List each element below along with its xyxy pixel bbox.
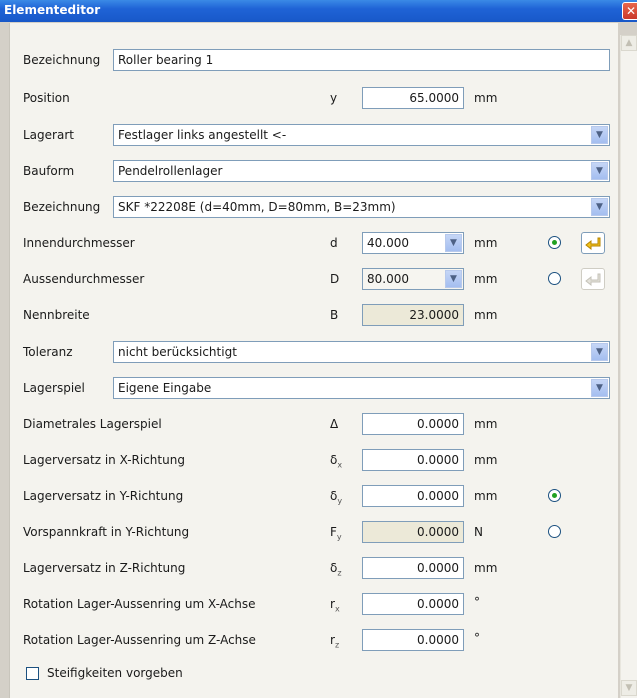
chevron-down-icon[interactable]: ▼: [591, 379, 608, 397]
aussendurchmesser-symbol: D: [330, 272, 340, 286]
nennbreite-field: 23.0000: [362, 304, 464, 326]
aussendurchmesser-unit: mm: [474, 272, 498, 286]
innendurchmesser-unit: mm: [474, 236, 498, 250]
bauform-select[interactable]: Pendelrollenlager ▼: [113, 160, 610, 182]
versatz-z-symbol: δz: [330, 561, 342, 578]
vorspann-y-symbol: Fy: [330, 525, 342, 542]
radio-selected-dot: [552, 240, 557, 245]
innendurchmesser-value: 40.000: [367, 236, 409, 250]
position-unit: mm: [474, 91, 498, 105]
bauform-value: Pendelrollenlager: [118, 164, 223, 178]
toleranz-select[interactable]: nicht berücksichtigt ▼: [113, 341, 610, 363]
chevron-down-icon[interactable]: ▼: [445, 234, 462, 252]
versatz-z-label: Lagerversatz in Z-Richtung: [23, 561, 186, 575]
bezeichnung-label: Bezeichnung: [23, 53, 101, 67]
diametrales-unit: mm: [474, 417, 498, 431]
innendurchmesser-label: Innendurchmesser: [23, 236, 135, 250]
rotation-x-input[interactable]: 0.0000: [362, 593, 464, 615]
rotation-z-symbol: rz: [330, 633, 340, 650]
diametrales-symbol: Δ: [330, 417, 339, 431]
versatz-x-symbol: δx: [330, 453, 343, 470]
rotation-x-label: Rotation Lager-Aussenring um X-Achse: [23, 597, 256, 611]
window-title: Elementeditor: [4, 3, 101, 17]
innendurchmesser-select[interactable]: 40.000 ▼: [362, 232, 464, 254]
vertical-scrollbar[interactable]: ▲ ▼: [620, 35, 637, 698]
bezeichnung2-value: SKF *22208E (d=40mm, D=80mm, B=23mm): [118, 200, 396, 214]
yellow-arrow-icon: [585, 273, 601, 287]
toleranz-value: nicht berücksichtigt: [118, 345, 237, 359]
nennbreite-unit: mm: [474, 308, 498, 322]
bezeichnung2-label: Bezeichnung: [23, 200, 101, 214]
innendurchmesser-radio[interactable]: [548, 236, 561, 249]
versatz-y-unit: mm: [474, 489, 498, 503]
versatz-x-label: Lagerversatz in X-Richtung: [23, 453, 185, 467]
rotation-z-input[interactable]: 0.0000: [362, 629, 464, 651]
versatz-x-unit: mm: [474, 453, 498, 467]
yellow-arrow-icon: [585, 237, 601, 251]
position-symbol: y: [330, 91, 338, 105]
chevron-down-icon[interactable]: ▼: [591, 198, 608, 216]
rotation-z-label: Rotation Lager-Aussenring um Z-Achse: [23, 633, 256, 647]
versatz-y-label: Lagerversatz in Y-Richtung: [23, 489, 184, 503]
lagerspiel-value: Eigene Eingabe: [118, 381, 212, 395]
versatz-y-symbol: δy: [330, 489, 343, 506]
apply-innendurchmesser-button[interactable]: [581, 232, 605, 254]
rotation-x-unit: °: [474, 595, 480, 609]
innendurchmesser-symbol: d: [330, 236, 338, 250]
diametrales-label: Diametrales Lagerspiel: [23, 417, 162, 431]
nennbreite-label: Nennbreite: [23, 308, 90, 322]
close-button[interactable]: ✕: [622, 2, 637, 20]
rotation-z-unit: °: [474, 631, 480, 645]
close-icon: ✕: [625, 4, 637, 18]
bezeichnung-input[interactable]: Roller bearing 1: [113, 49, 610, 71]
chevron-down-icon[interactable]: ▼: [445, 270, 462, 288]
versatz-x-input[interactable]: 0.0000: [362, 449, 464, 471]
aussendurchmesser-radio[interactable]: [548, 272, 561, 285]
position-input[interactable]: 65.0000: [362, 87, 464, 109]
position-label: Position: [23, 91, 70, 105]
aussendurchmesser-value: 80.000: [367, 272, 409, 286]
steifigkeiten-checkbox[interactable]: [26, 667, 39, 680]
vorspann-y-radio[interactable]: [548, 525, 561, 538]
chevron-down-icon[interactable]: ▼: [591, 162, 608, 180]
versatz-y-input[interactable]: 0.0000: [362, 485, 464, 507]
chevron-down-icon[interactable]: ▼: [591, 343, 608, 361]
lagerart-value: Festlager links angestellt <-: [118, 128, 287, 142]
bauform-label: Bauform: [23, 164, 75, 178]
aussendurchmesser-label: Aussendurchmesser: [23, 272, 145, 286]
steifigkeiten-label: Steifigkeiten vorgeben: [47, 666, 183, 680]
lagerart-select[interactable]: Festlager links angestellt <- ▼: [113, 124, 610, 146]
radio-selected-dot: [552, 493, 557, 498]
rotation-x-symbol: rx: [330, 597, 340, 614]
versatz-z-input[interactable]: 0.0000: [362, 557, 464, 579]
toleranz-label: Toleranz: [23, 345, 73, 359]
lagerspiel-label: Lagerspiel: [23, 381, 85, 395]
bezeichnung2-select[interactable]: SKF *22208E (d=40mm, D=80mm, B=23mm) ▼: [113, 196, 610, 218]
versatz-y-radio[interactable]: [548, 489, 561, 502]
title-bar: Elementeditor ✕: [0, 0, 637, 22]
vorspann-y-label: Vorspannkraft in Y-Richtung: [23, 525, 190, 539]
diametrales-input[interactable]: 0.0000: [362, 413, 464, 435]
lagerspiel-select[interactable]: Eigene Eingabe ▼: [113, 377, 610, 399]
apply-aussendurchmesser-button[interactable]: [581, 268, 605, 290]
scroll-up-icon[interactable]: ▲: [621, 35, 637, 51]
scroll-down-icon[interactable]: ▼: [621, 680, 637, 696]
vorspann-y-unit: N: [474, 525, 483, 539]
editor-panel: Bezeichnung Roller bearing 1 Position y …: [9, 23, 618, 698]
nennbreite-symbol: B: [330, 308, 339, 322]
vorspann-y-field: 0.0000: [362, 521, 464, 543]
lagerart-label: Lagerart: [23, 128, 74, 142]
chevron-down-icon[interactable]: ▼: [591, 126, 608, 144]
aussendurchmesser-select[interactable]: 80.000 ▼: [362, 268, 464, 290]
versatz-z-unit: mm: [474, 561, 498, 575]
